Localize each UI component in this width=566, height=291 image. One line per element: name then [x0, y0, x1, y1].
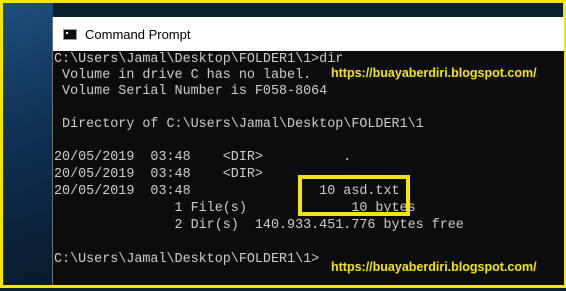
watermark-url-bottom: https://buayaberdiri.blogspot.com/ [329, 260, 539, 274]
window-title: Command Prompt [85, 26, 191, 42]
console-output[interactable]: C:\Users\Jamal\Desktop\FOLDER1\1>dir Vol… [53, 51, 564, 285]
console-line: Volume in drive C has no label. [54, 68, 312, 83]
highlight-box [298, 175, 410, 216]
console-line: 2 Dir(s) 140.933.451.776 bytes free [54, 218, 464, 233]
command-prompt-window[interactable]: Command Prompt C:\Users\Jamal\Desktop\FO… [52, 17, 564, 285]
window-titlebar[interactable]: Command Prompt [53, 17, 564, 51]
console-line: C:\Users\Jamal\Desktop\FOLDER1\1>dir [54, 52, 344, 67]
console-line: Directory of C:\Users\Jamal\Desktop\FOLD… [54, 117, 424, 132]
console-line: Volume Serial Number is F058-8064 [54, 84, 328, 99]
console-prompt-line[interactable]: C:\Users\Jamal\Desktop\FOLDER1\1> [54, 252, 319, 268]
desktop-background [3, 3, 53, 285]
cmd-icon [63, 28, 77, 40]
watermark-url-top: https://buayaberdiri.blogspot.com/ [329, 66, 539, 80]
console-line: 20/05/2019 03:48 <DIR> . [54, 150, 352, 165]
